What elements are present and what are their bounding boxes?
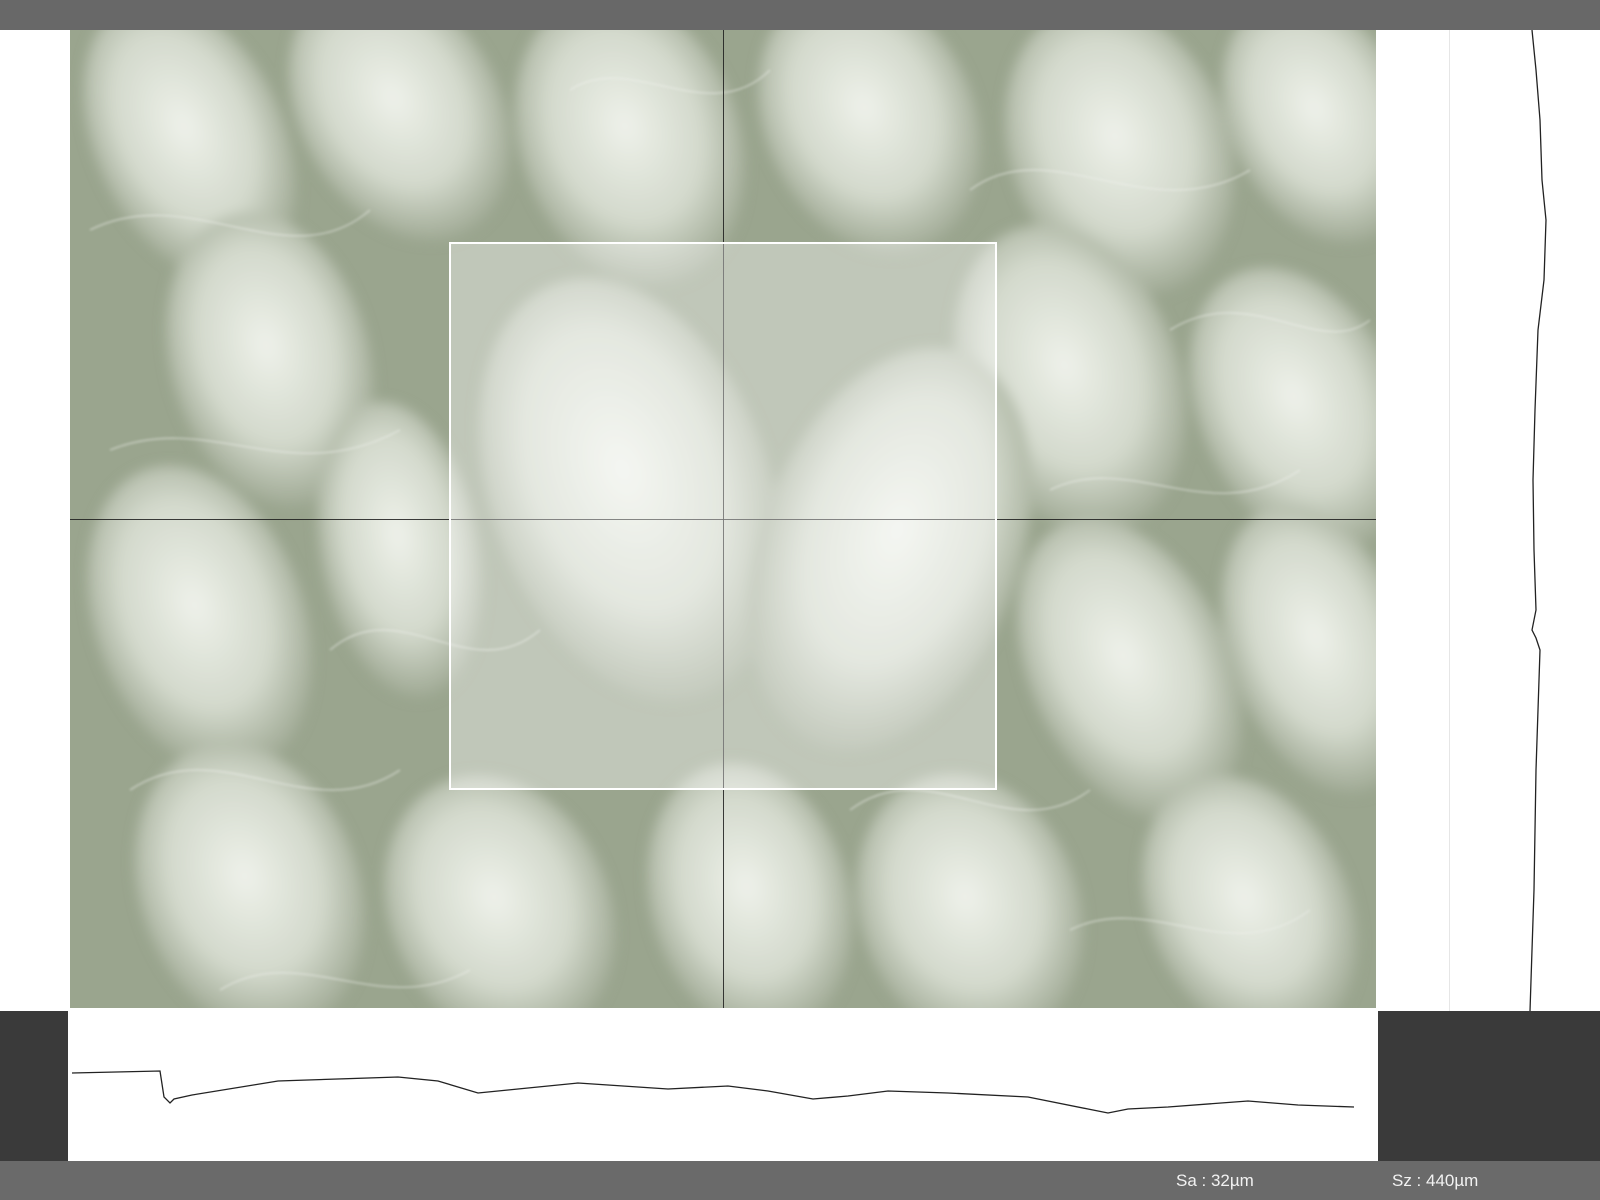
sz-readout: Sz : 440µm: [1392, 1171, 1478, 1191]
horizontal-profile-panel: [68, 1011, 1378, 1161]
top-toolbar: [0, 0, 1600, 30]
sa-readout: Sa : 32µm: [1176, 1171, 1254, 1191]
bottom-right-panel: [1378, 1011, 1600, 1161]
vertical-profile-line: [1529, 29, 1547, 1012]
roi-selection-box[interactable]: [449, 242, 997, 790]
horizontal-profile-line: [71, 1070, 1355, 1114]
sz-label: Sz :: [1392, 1171, 1427, 1190]
side-gap: [1376, 30, 1450, 1011]
status-bar: Sa : 32µm Sz : 440µm: [0, 1161, 1600, 1200]
left-gutter: [0, 30, 70, 1011]
sa-label: Sa :: [1176, 1171, 1211, 1190]
sz-value: 440µm: [1426, 1171, 1479, 1190]
vertical-profile-panel: [1450, 29, 1600, 1012]
sa-value: 32µm: [1210, 1171, 1254, 1190]
image-viewport[interactable]: [70, 30, 1376, 1008]
bottom-left-panel: [0, 1011, 68, 1161]
